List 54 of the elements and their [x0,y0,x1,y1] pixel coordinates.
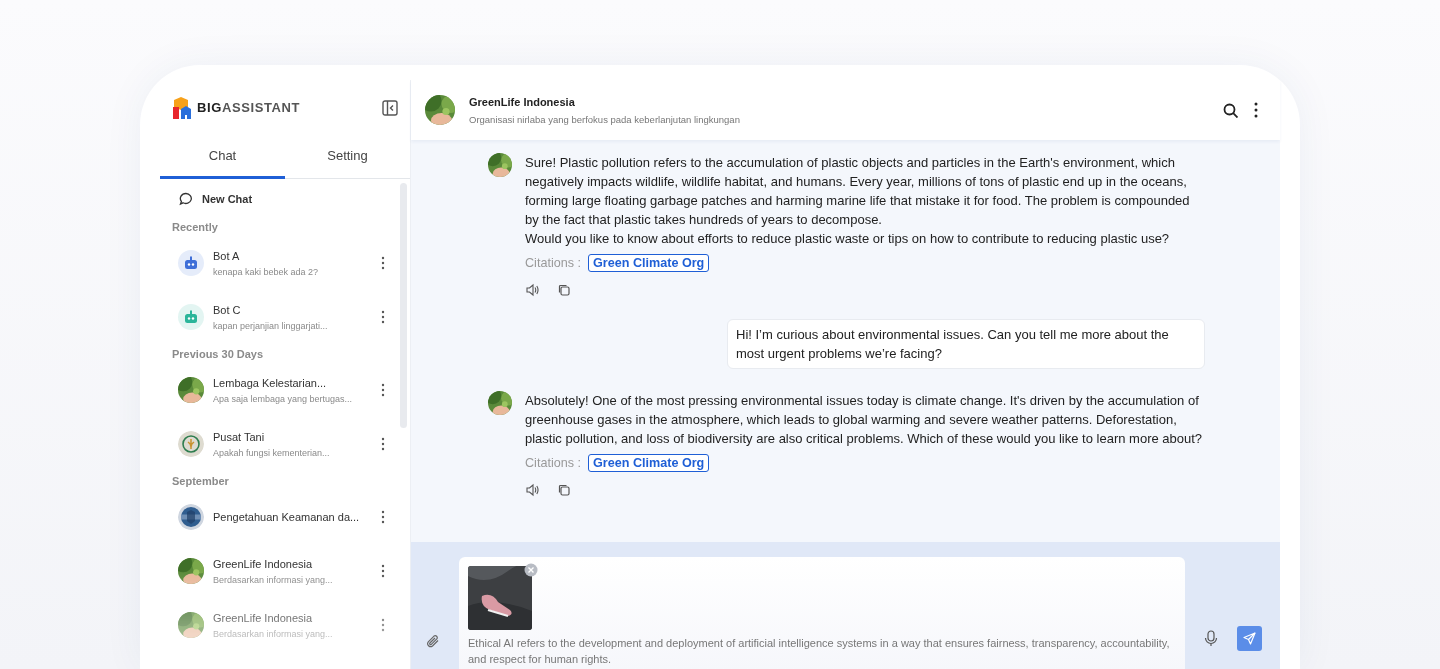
chat-preview: kenapa kaki bebek ada 2? [213,266,320,277]
chat-preview: Apakah fungsi kementerian... [213,447,331,458]
citations-label: Citations : [525,256,581,270]
more-options-icon[interactable] [381,437,385,451]
sidebar-toggle-icon[interactable] [382,99,398,116]
speaker-icon[interactable] [525,283,539,297]
chat-preview: Apa saja lembaga yang bertugas... [213,393,354,404]
citations-label: Citations : [525,456,581,470]
speaker-icon[interactable] [525,483,539,497]
more-options-icon[interactable] [381,510,385,524]
more-options-icon[interactable] [1254,102,1258,118]
user-message: Hi! I’m curious about environmental issues. Can you tell me more about the most urgent problems we’re facing? [736,326,1170,363]
more-options-icon[interactable] [381,383,385,397]
logo-icon [171,94,193,121]
copy-icon[interactable] [557,483,571,497]
emblem-icon [178,431,204,457]
section-heading: Recently [171,220,219,235]
more-options-icon[interactable] [381,564,385,578]
send-icon [1243,632,1256,645]
chat-title[interactable]: Bot C [213,303,372,316]
remove-attachment-icon[interactable] [524,563,538,577]
chat-bubble-icon [179,192,193,206]
copy-icon[interactable] [557,283,571,297]
chat-preview: Berdasarkan informasi yang... [213,574,334,585]
chat-title: GreenLife Indonesia [469,95,576,108]
send-button[interactable] [1237,626,1262,651]
chat-preview: Berdasarkan informasi yang... [213,628,334,639]
bot-message: Would you like to know about efforts to reduce plastic waste or tips on how to contribute to reducing plastic use? [525,230,1171,248]
chat-title[interactable]: GreenLife Indonesia [213,611,372,624]
sidebar-tab[interactable]: Chat [160,135,285,179]
section-heading: September [171,474,230,489]
sidebar-tab[interactable]: Setting [285,135,410,179]
chat-title[interactable]: Lembaga Kelestarian... [213,376,372,389]
more-options-icon[interactable] [381,256,385,270]
search-icon[interactable] [1223,102,1238,118]
attach-icon[interactable] [426,634,441,649]
new-chat-button[interactable]: New Chat [160,179,272,217]
message-input[interactable]: Ethical AI refers to the development and deployment of artificial intelligence systems in a way that ensures fairness, transparency, accountability, and respect for human rights. [459,557,1185,669]
chat-title[interactable]: Pengetahuan Keamanan da... [213,511,372,523]
shield-badge-icon [178,504,204,530]
chat-title[interactable]: GreenLife Indonesia [213,557,372,570]
chat-description: Organisasi nirlaba yang berfokus pada keberlanjutan lingkungan [469,113,741,125]
microphone-icon[interactable] [1203,630,1219,647]
more-options-icon[interactable] [381,310,385,324]
input-text: Ethical AI refers to the development and deployment of artificial intelligence systems in a way that ensures fairness, transparency, accountability, and respect for human rights. [468,636,1171,667]
chat-title[interactable]: Bot A [213,249,372,262]
bot-message: Absolutely! One of the most pressing environmental issues today is climate change. It's driven by the accumulation of greenhouse gases in the atmosphere, which leads to global warming and severe weather patterns. Deforestation, plastic pollution, and loss of biodiversity are also critical problems. Which of these would you like to learn more about? [525,392,1203,448]
chat-title[interactable]: Pusat Tani [213,430,372,443]
citation-link[interactable]: Green Climate Org [588,454,710,472]
brand-name: BIGASSISTANT [197,101,301,114]
chat-preview: kapan perjanjian linggarjati... [213,320,329,331]
section-heading: Previous 30 Days [171,347,265,362]
citation-link[interactable]: Green Climate Org [588,254,710,272]
bot-message: Sure! Plastic pollution refers to the accumulation of plastic objects and particles in the Earth's environment, which negatively impacts wildlife, wildlife habitat, and humans. Every year, millions of tons of plastic end up in the oceans, forming large floating garbage patches and harming marine life that mistake it for food. The problem is compounded by the fact that plastic takes hundreds of years to decompose. [525,154,1191,229]
